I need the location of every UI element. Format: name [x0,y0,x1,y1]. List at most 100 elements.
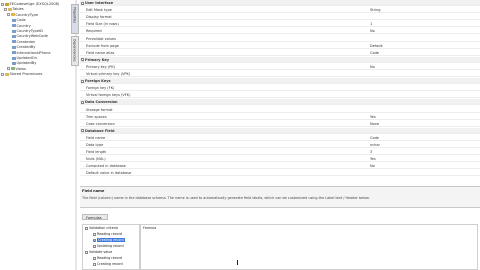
property-value[interactable]: Default [370,43,383,49]
property-row[interactable]: Default value in database [80,170,480,177]
property-value[interactable]: 3 [370,149,372,155]
property-name: Trim spaces [86,114,107,119]
property-row[interactable]: Case conversion None [80,121,480,127]
property-value[interactable]: Code [370,50,379,56]
side-tab-properties[interactable]: Properties [71,4,79,34]
expand-toggle-icon[interactable] [1,2,4,6]
formula-event-item[interactable]: Validate value [85,250,112,256]
checkbox[interactable] [93,256,96,260]
property-name: Edit Mask type [86,8,112,13]
tree-item[interactable]: CountryTypeID [12,29,43,34]
formula-editor[interactable]: Formula [140,224,478,270]
property-name: Data Conversion [85,100,118,105]
tree-item-label: CountryType [15,12,39,17]
property-row[interactable]: Prevalidat values [80,36,480,42]
tree-item-label: InternationalPhone [16,50,51,55]
property-grid[interactable]: User Interface Edit Mask type String Displa… [80,0,480,186]
formula-event-item[interactable]: Creating record [93,262,123,268]
property-row[interactable]: Storage format [80,107,480,113]
property-category[interactable]: User Interface [80,0,480,7]
tree-item[interactable]: Stored Procedures [1,72,42,77]
tab-formulas[interactable]: Formulas [82,214,108,220]
property-row[interactable]: Field length 3 [80,149,480,156]
tree-item[interactable]: Country [12,24,31,29]
collapse-icon[interactable] [81,129,84,135]
fld-icon [12,51,16,55]
formula-event-list[interactable]: Validation criteria Reading record Creatin… [82,224,140,270]
property-value[interactable]: Code [370,135,379,141]
property-row[interactable]: Field Size (in rows) 1 [80,21,480,28]
property-value[interactable]: Yes [370,114,376,120]
property-value[interactable]: nchar [370,142,380,148]
formula-event-item[interactable]: Creating record [93,238,125,244]
property-row[interactable]: Foreign key (FK) [80,85,480,92]
checkbox[interactable] [93,238,96,242]
formula-event-item[interactable]: Reading record [93,232,122,238]
tree-item[interactable]: UpdatedBy [12,61,36,66]
property-value[interactable]: No [370,64,375,70]
collapse-icon[interactable] [81,1,84,7]
property-name: Nulls (NUL) [86,157,106,162]
collapse-icon[interactable] [81,58,84,64]
property-row[interactable]: Virtual foreign keys (VFK) [80,92,480,99]
expand-toggle-icon[interactable] [1,72,4,76]
tree-item[interactable]: UpdatedOn [12,56,37,61]
property-value[interactable]: Yes [370,156,376,162]
property-name: Data type [86,143,104,147]
property-value[interactable]: String [370,7,380,13]
tree-item[interactable]: Views [7,67,26,72]
property-row[interactable]: Field name alias Code [80,50,480,56]
expand-toggle-icon[interactable] [7,13,10,17]
property-row[interactable]: Data type nchar [80,142,480,148]
property-row[interactable]: Primary key (PK) No [80,64,480,70]
property-value[interactable]: No [370,163,375,169]
property-value[interactable]: 1 [370,21,372,27]
property-category[interactable]: Primary Key [80,56,480,64]
expand-toggle-icon[interactable] [4,7,7,11]
property-value[interactable]: None [370,121,379,127]
tree-item-label: CreatedBy [16,45,36,50]
tree-item[interactable]: EECodeset\ge (EXSQL2008) [1,2,59,7]
property-name: Computed in database [86,164,126,169]
property-row[interactable]: Edit Mask type String [80,7,480,14]
tree-item[interactable]: CountryWebCode [12,34,48,39]
checkbox[interactable] [93,262,96,266]
collapse-icon[interactable] [85,226,88,230]
description-panel: Field name The field (column) name in th… [80,186,480,208]
formula-header: Formula [143,226,157,230]
property-category[interactable]: Foreign Keys [80,78,480,85]
tree-item[interactable]: InternationalPhone [12,51,51,56]
property-row[interactable]: Trim spaces Yes [80,114,480,120]
side-tab-dependencies[interactable]: Dependencies [71,36,79,66]
property-value[interactable]: No [370,28,375,34]
formula-event-label: Creating record [97,262,123,266]
expand-toggle-icon[interactable] [7,67,10,71]
tree-item[interactable]: Code [12,18,26,23]
property-row[interactable]: Field name Code [80,135,480,141]
tree-item[interactable]: CreatedBy [12,45,35,50]
schema-tree[interactable]: EECodeset\ge (EXSQL2008) Tables CountryTyp… [0,0,75,270]
property-name: Database Field [85,128,115,133]
collapse-icon[interactable] [85,250,88,254]
formula-event-item[interactable]: Updating record [93,244,124,250]
property-name: Foreign key (FK) [86,86,115,91]
checkbox[interactable] [93,232,96,236]
property-row[interactable]: Virtual primary key (VPK) [80,71,480,77]
property-row[interactable]: Required No [80,28,480,35]
tree-item[interactable]: Tables [4,7,24,12]
property-category[interactable]: Database Field [80,127,480,135]
collapse-icon[interactable] [81,100,84,106]
tree-item[interactable]: CountryType [7,13,38,18]
property-row[interactable]: Nulls (NUL) Yes [80,156,480,163]
property-row[interactable]: Display format [80,14,480,21]
formula-event-item[interactable]: Reading record [93,256,122,262]
tree-item[interactable]: Createdon [12,40,35,45]
property-row[interactable]: Computed in database No [80,163,480,170]
property-row[interactable]: Exclude from page Default [80,43,480,49]
view-icon [11,67,15,71]
checkbox[interactable] [93,244,96,248]
collapse-icon[interactable] [81,79,84,85]
formula-event-item[interactable]: Validation criteria [85,226,118,232]
property-name: User Interface [85,1,114,5]
property-category[interactable]: Data Conversion [80,99,480,106]
